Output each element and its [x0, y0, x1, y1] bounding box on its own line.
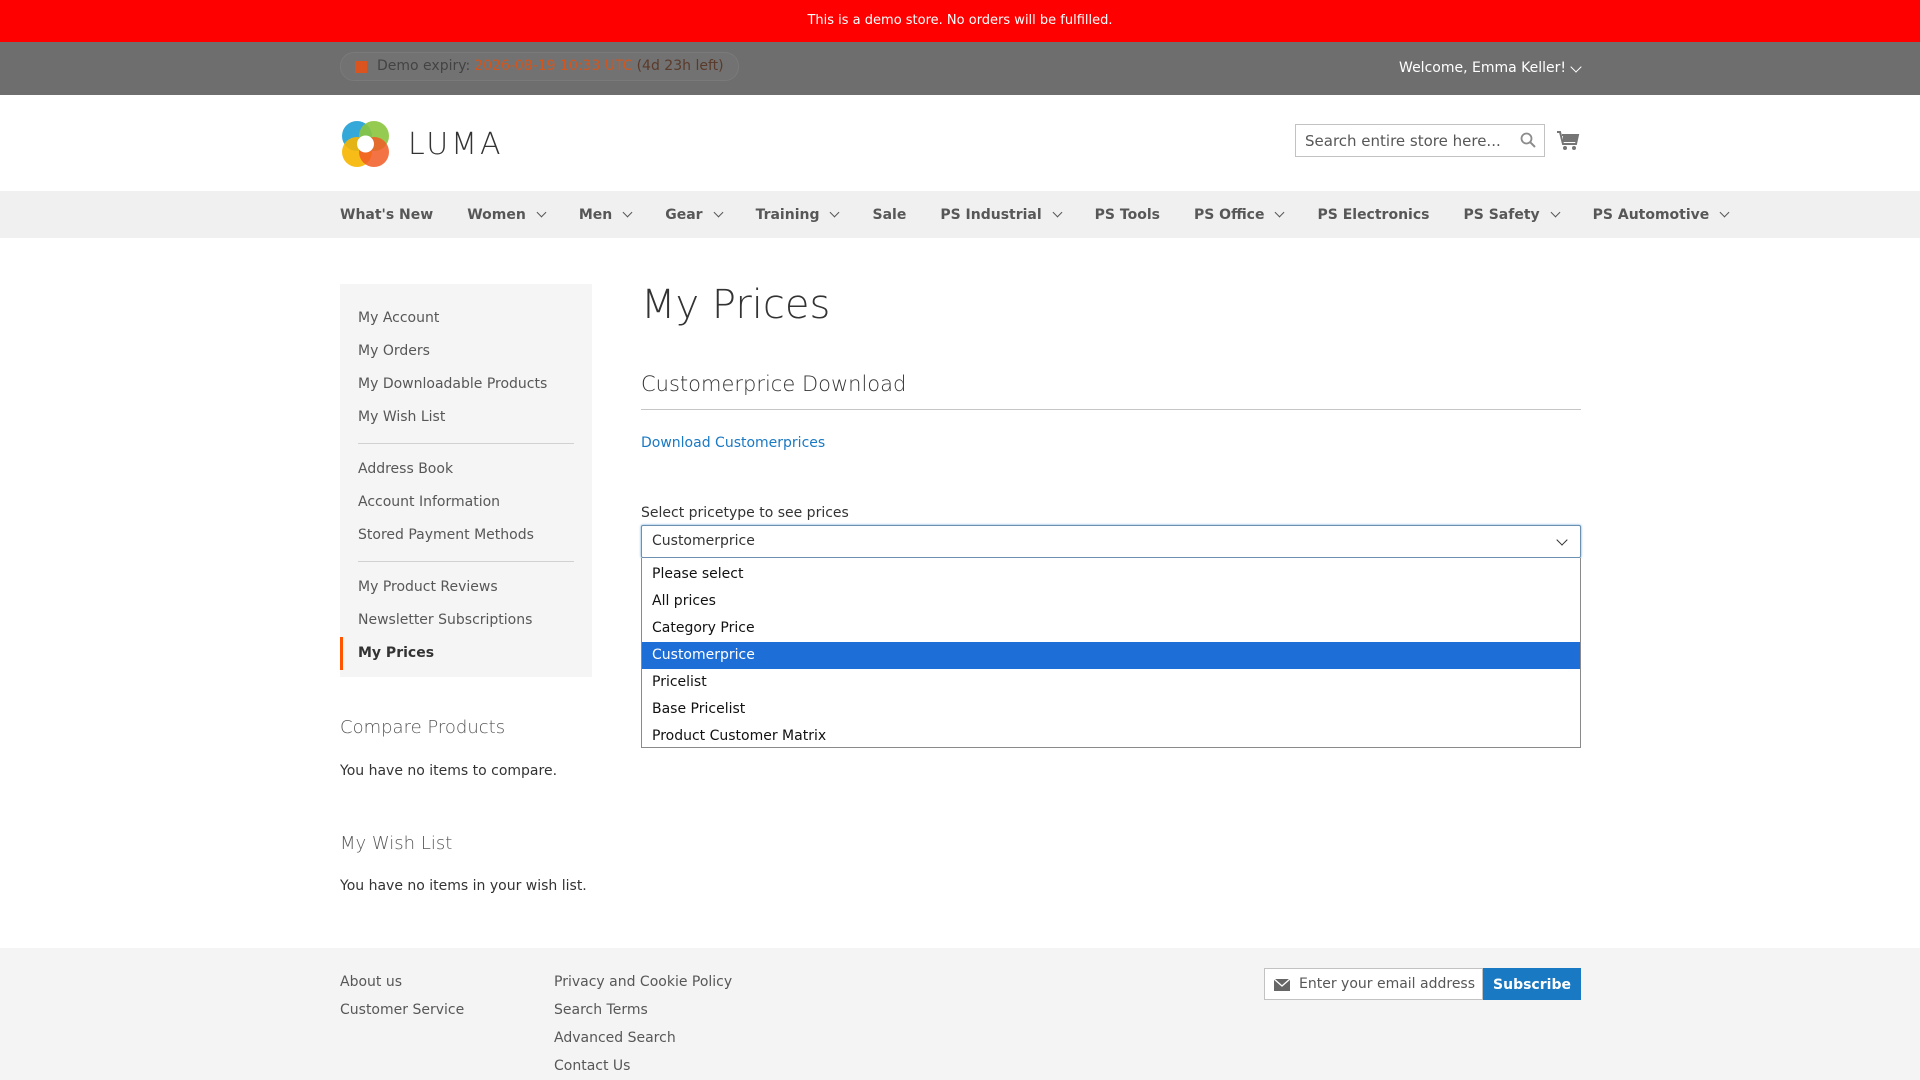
nav-item-gear[interactable]: Gear: [665, 207, 724, 223]
luma-logo-icon: [342, 121, 389, 167]
footer-links-col1: About us Customer Service: [340, 968, 464, 1024]
chevron-down-icon: [1550, 207, 1561, 218]
option-pricelist[interactable]: Pricelist: [642, 669, 1580, 696]
welcome-menu[interactable]: Welcome, Emma Keller!: [1399, 42, 1582, 95]
option-please-select[interactable]: Please select: [642, 561, 1580, 588]
chevron-down-icon: [1275, 207, 1285, 218]
expiry-date: 2026-08-19 10:33 UTC: [474, 58, 633, 74]
nav-item-men[interactable]: Men: [579, 207, 633, 223]
page-title: My Prices: [641, 282, 831, 328]
option-category-price[interactable]: Category Price: [642, 615, 1580, 642]
download-customerprices-link[interactable]: Download Customerprices: [641, 435, 825, 451]
nav-item-ps-safety[interactable]: PS Safety: [1463, 207, 1561, 223]
pricetype-options-list: Please select All prices Category Price …: [641, 558, 1581, 748]
welcome-text: Welcome, Emma Keller!: [1399, 60, 1566, 76]
newsletter-form: Subscribe: [1264, 968, 1581, 1000]
sidebar-item-my-orders[interactable]: My Orders: [340, 335, 592, 368]
footer-link-advanced-search[interactable]: Advanced Search: [554, 1024, 732, 1052]
expiry-square-icon: [355, 60, 367, 73]
sidebar-item-downloadable-products[interactable]: My Downloadable Products: [340, 368, 592, 401]
newsletter-email-input[interactable]: [1299, 969, 1479, 999]
sidebar-item-wish-list[interactable]: My Wish List: [340, 401, 592, 434]
chevron-down-icon: [1570, 60, 1582, 73]
nav-item-ps-tools[interactable]: PS Tools: [1095, 207, 1160, 223]
logo[interactable]: LUMA: [340, 119, 504, 169]
option-all-prices[interactable]: All prices: [642, 588, 1580, 615]
chevron-down-icon: [1052, 207, 1063, 218]
footer-link-about-us[interactable]: About us: [340, 968, 464, 996]
chevron-down-icon: [713, 207, 724, 218]
nav-item-ps-office[interactable]: PS Office: [1194, 207, 1285, 223]
option-customerprice[interactable]: Customerprice: [642, 642, 1580, 669]
demo-expiry-badge: Demo expiry: 2026-08-19 10:33 UTC (4d 23…: [340, 52, 739, 81]
account-sidebar: My Account My Orders My Downloadable Pro…: [340, 284, 592, 677]
wishlist-title: My Wish List: [340, 833, 453, 854]
sidebar-item-newsletter-subscriptions[interactable]: Newsletter Subscriptions: [340, 604, 592, 637]
compare-products-title: Compare Products: [340, 717, 506, 738]
sidebar-divider: [358, 443, 574, 444]
demo-notice: This is a demo store. No orders will be …: [0, 0, 1920, 42]
nav-item-ps-automotive[interactable]: PS Automotive: [1593, 207, 1730, 223]
chevron-down-icon: [1719, 207, 1730, 218]
sidebar-item-account-information[interactable]: Account Information: [340, 486, 592, 519]
site-header: LUMA: [0, 95, 1920, 191]
wishlist-empty-text: You have no items in your wish list.: [340, 878, 587, 894]
main-nav: What's New Women Men Gear Training Sale …: [0, 191, 1920, 238]
sidebar-item-my-account[interactable]: My Account: [340, 302, 592, 335]
subscribe-button[interactable]: Subscribe: [1483, 968, 1581, 1000]
search-input[interactable]: [1296, 125, 1506, 156]
search-icon[interactable]: [1520, 132, 1536, 148]
newsletter-field[interactable]: [1264, 968, 1483, 1000]
footer-link-privacy[interactable]: Privacy and Cookie Policy: [554, 968, 732, 996]
pricetype-select-label: Select pricetype to see prices: [641, 505, 849, 521]
cart-icon[interactable]: [1556, 130, 1580, 152]
logo-text: LUMA: [408, 126, 504, 162]
section-title: Customerprice Download: [641, 372, 907, 396]
sidebar-divider: [358, 561, 574, 562]
footer-link-search-terms[interactable]: Search Terms: [554, 996, 732, 1024]
sidebar-item-address-book[interactable]: Address Book: [340, 453, 592, 486]
nav-item-whats-new[interactable]: What's New: [340, 207, 433, 223]
section-divider: [641, 409, 1581, 410]
panel-header: Demo expiry: 2026-08-19 10:33 UTC (4d 23…: [0, 42, 1920, 95]
expiry-label: Demo expiry:: [377, 58, 471, 74]
pricetype-select[interactable]: Customerprice: [641, 525, 1581, 558]
nav-item-ps-electronics[interactable]: PS Electronics: [1317, 207, 1429, 223]
nav-item-training[interactable]: Training: [756, 207, 840, 223]
nav-item-ps-industrial[interactable]: PS Industrial: [940, 207, 1063, 223]
footer-links-col2: Privacy and Cookie Policy Search Terms A…: [554, 968, 732, 1080]
compare-empty-text: You have no items to compare.: [340, 763, 558, 779]
expiry-left: (4d 23h left): [636, 58, 724, 74]
sidebar-item-my-prices[interactable]: My Prices: [340, 637, 592, 670]
nav-item-women[interactable]: Women: [467, 207, 547, 223]
search-field[interactable]: [1295, 124, 1545, 157]
nav-item-sale[interactable]: Sale: [872, 207, 906, 223]
chevron-down-icon: [830, 207, 840, 218]
footer-link-contact-us[interactable]: Contact Us: [554, 1052, 732, 1080]
pricetype-select-value: Customerprice: [652, 533, 755, 549]
chevron-down-icon: [536, 207, 547, 218]
sidebar-item-stored-payment-methods[interactable]: Stored Payment Methods: [340, 519, 592, 552]
option-base-pricelist[interactable]: Base Pricelist: [642, 696, 1580, 723]
site-footer: About us Customer Service Privacy and Co…: [0, 948, 1920, 1080]
footer-link-customer-service[interactable]: Customer Service: [340, 996, 464, 1024]
sidebar-item-product-reviews[interactable]: My Product Reviews: [340, 571, 592, 604]
envelope-icon: [1274, 979, 1290, 991]
chevron-down-icon: [1556, 534, 1568, 546]
chevron-down-icon: [622, 207, 633, 218]
option-product-customer-matrix[interactable]: Product Customer Matrix: [642, 723, 1580, 750]
